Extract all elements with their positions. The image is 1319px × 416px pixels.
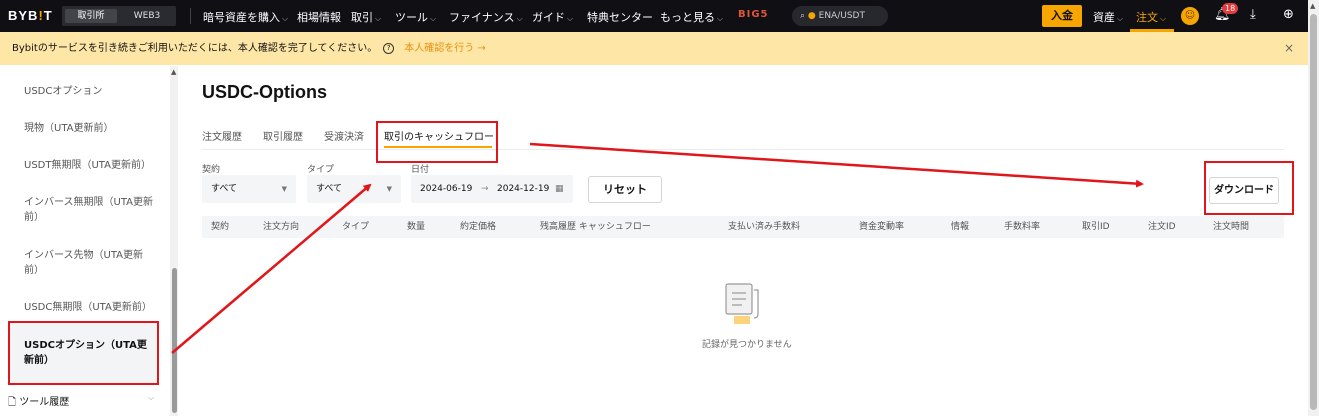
annotation-arrow-2 [529,142,1144,188]
annotation-arrows [171,142,1144,354]
annotation-arrow-1 [171,183,372,354]
